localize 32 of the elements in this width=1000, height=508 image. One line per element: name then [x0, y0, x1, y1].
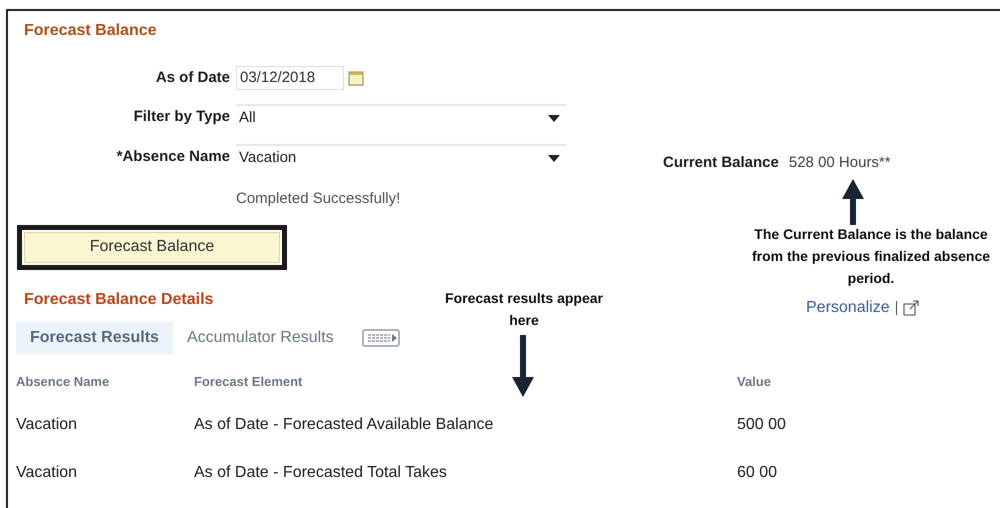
status-message: Completed Successfully! — [236, 189, 402, 209]
column-header: Absence Name — [16, 372, 110, 390]
balance-value: 528 00 Hours** — [788, 153, 891, 173]
field-label: *Absence Name — [116, 146, 230, 167]
calendar-icon[interactable] — [348, 70, 364, 86]
field-label: As of Date — [154, 68, 230, 88]
table-cell-text: As of Date - Forecasted Total Takes — [194, 463, 448, 483]
column-header: Value — [737, 372, 772, 390]
field-label: Filter by Type — [132, 106, 230, 127]
tab[interactable]: Forecast Results — [16, 322, 173, 354]
caret-icon — [548, 154, 560, 162]
personalize-link[interactable]: Personalize — [806, 296, 890, 320]
annotation-arrow — [512, 335, 534, 397]
absence-dropdown[interactable]: Vacation — [236, 144, 566, 170]
show-all-tabs-icon[interactable] — [362, 328, 400, 346]
forecast-button[interactable]: Forecast Balance — [24, 232, 280, 262]
date-field[interactable]: 03/12/2018 — [236, 66, 344, 90]
balance-label: Current Balance — [663, 153, 779, 173]
type-dropdown[interactable]: All — [236, 104, 566, 130]
section-title: Forecast Balance — [24, 21, 157, 41]
table-cell-text: 60 00 — [737, 463, 778, 483]
column-header: Forecast Element — [194, 372, 304, 390]
table-cell-text: Vacation — [16, 415, 78, 435]
annotation-text: Forecast results appear here — [444, 289, 604, 330]
section-title: Forecast Balance Details — [24, 290, 214, 310]
caret-icon — [548, 114, 560, 122]
annotation-arrow — [842, 179, 864, 225]
table-cell-text: Vacation — [16, 463, 78, 483]
annotation-text: The Current Balance is the balance from the previous finalized absence period. — [750, 225, 992, 288]
new-window-icon[interactable] — [902, 300, 919, 316]
table-cell-text: As of Date - Forecasted Available Balance — [194, 415, 494, 435]
table-cell-text: 500 00 — [737, 415, 787, 435]
